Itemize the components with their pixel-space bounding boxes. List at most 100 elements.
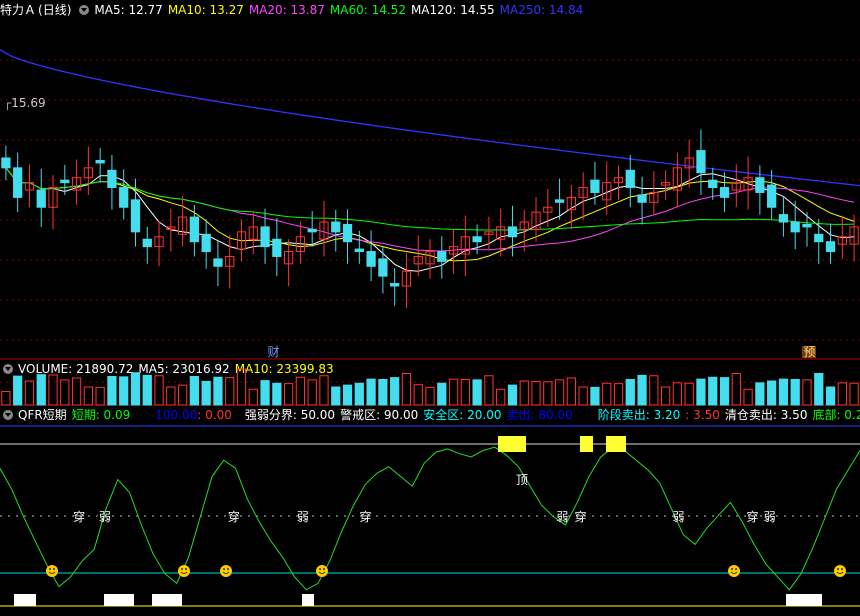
volume-bar (119, 376, 129, 406)
volume-bar (578, 386, 588, 406)
stock-chart-canvas[interactable] (0, 0, 860, 616)
candle-body (719, 187, 730, 198)
candle-body (696, 150, 706, 174)
volume-bar (413, 384, 423, 406)
indicator-annotation: 穿 (746, 510, 759, 524)
volume-bar (13, 375, 23, 406)
candle-body (790, 221, 800, 233)
ma250-path (0, 49, 860, 187)
volume-bar (814, 373, 824, 406)
candle-body (825, 241, 836, 253)
volume-bar (543, 381, 553, 406)
volume-bar (849, 382, 859, 406)
volume-bar (331, 386, 341, 406)
smiley-eye (223, 568, 225, 570)
event-badge[interactable]: 预 (802, 346, 817, 358)
volume-bars (1, 368, 859, 406)
candle-body (390, 283, 400, 287)
volume-bar (507, 384, 518, 406)
volume-bar (472, 379, 482, 406)
volume-bar (319, 375, 329, 406)
volume-bar (189, 376, 200, 406)
volume-bar (437, 382, 447, 406)
volume-bar (590, 386, 600, 406)
volume-bar (637, 374, 647, 406)
candle-body (590, 179, 600, 193)
candle-body (107, 169, 117, 189)
volume-bar (390, 377, 400, 406)
candle-body (307, 228, 317, 233)
volume-bar (825, 386, 836, 406)
volume-bar (460, 379, 470, 406)
smiley-eye (837, 568, 839, 570)
volume-bar (48, 374, 58, 406)
volume-bar (719, 377, 730, 406)
smiley-face (834, 565, 846, 577)
volume-bar (625, 379, 635, 406)
smiley-eye (319, 568, 321, 570)
volume-bar (213, 376, 223, 406)
smiley-icon (728, 565, 740, 577)
indicator-annotation: 弱 (98, 510, 111, 524)
smiley-icon (834, 565, 846, 577)
volume-bar (519, 380, 529, 406)
ma250-line (0, 49, 860, 187)
volume-bar (130, 372, 141, 406)
indicator-annotation: 弱 (763, 510, 776, 524)
volume-bar (401, 373, 412, 406)
candle-body (708, 179, 718, 189)
volume-bar (177, 384, 188, 406)
candle-body (637, 194, 647, 203)
volume-bar (425, 386, 435, 406)
volume-bar (354, 382, 364, 406)
event-badge[interactable]: 财 (267, 346, 279, 358)
candle-body (142, 238, 152, 248)
smiley-eye (841, 568, 843, 570)
smiley-face (46, 565, 58, 577)
volume-bar (837, 382, 847, 406)
volume-bar (1, 391, 11, 406)
bottom-signal-box (786, 594, 822, 606)
volume-bar (260, 380, 270, 406)
candle-body (60, 179, 70, 184)
volume-bar (649, 375, 659, 406)
candle-body (130, 199, 141, 233)
candle-body (755, 177, 765, 193)
volume-bar (36, 374, 46, 406)
indicator-annotation: 弱 (556, 510, 569, 524)
volume-bar (484, 375, 494, 406)
volume-bar (284, 383, 294, 406)
volume-bar (60, 379, 70, 406)
indicator-annotation: 弱 (296, 510, 309, 524)
volume-bar (755, 382, 765, 406)
indicator-line (0, 436, 860, 606)
volume-bar (107, 376, 117, 406)
bottom-signal-box (104, 594, 134, 606)
candle-body (36, 189, 46, 208)
volume-bar (802, 379, 812, 406)
volume-bar (696, 378, 706, 406)
indicator-annotation: 弱 (672, 510, 685, 524)
candle-body (1, 157, 11, 169)
candle-body (95, 159, 105, 164)
smiley-eye (227, 568, 229, 570)
volume-bar (731, 373, 741, 406)
volume-bar (272, 382, 282, 406)
volume-bar (142, 374, 152, 406)
candle-body (213, 258, 223, 267)
candle-body (507, 226, 518, 238)
grid-lines (0, 59, 860, 607)
candle-body (342, 223, 353, 243)
smiley-eye (731, 568, 733, 570)
volume-bar (672, 382, 683, 406)
smiley-eye (185, 568, 187, 570)
indicator-annotation: 穿 (73, 510, 86, 524)
candle-body (119, 187, 129, 208)
candle-body (378, 258, 388, 277)
candle-body (625, 169, 635, 189)
sell-signal-box (580, 436, 593, 452)
candle-body (767, 184, 777, 208)
indicator-annotation: 穿 (359, 510, 372, 524)
volume-bar (236, 368, 247, 406)
volume-bar (554, 379, 565, 406)
